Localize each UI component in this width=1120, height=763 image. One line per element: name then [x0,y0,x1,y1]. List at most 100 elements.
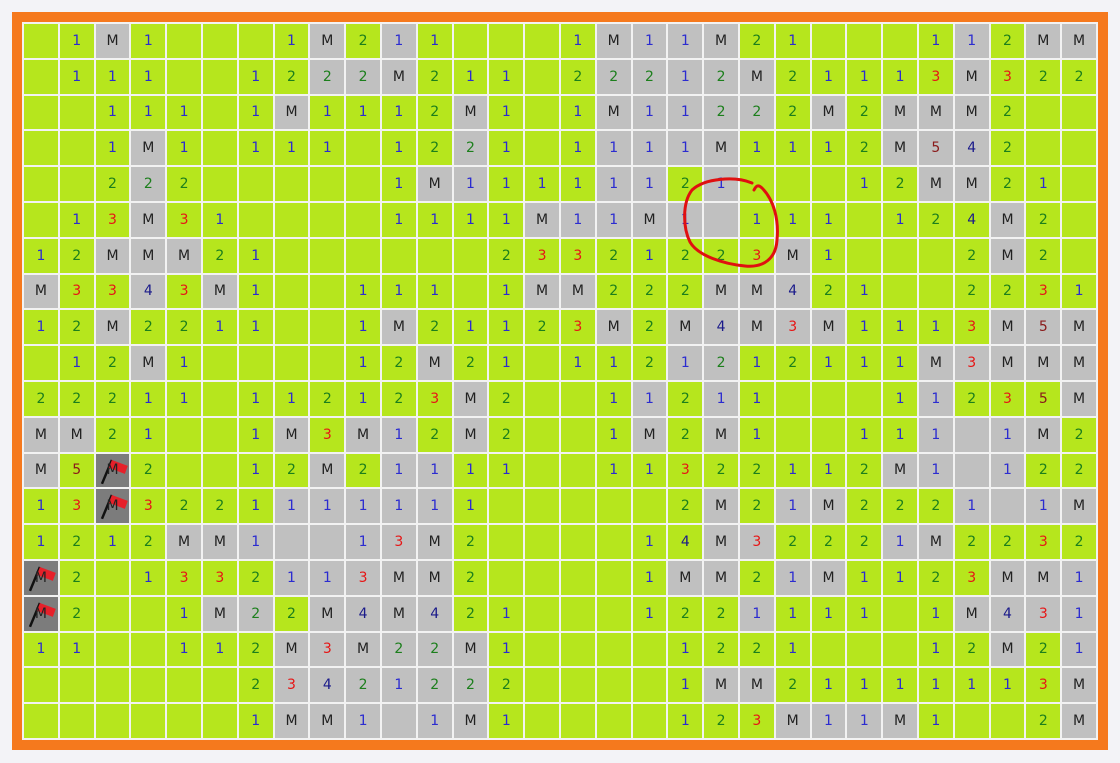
board-cell[interactable]: 2 [1026,453,1061,488]
board-cell[interactable]: M [918,346,953,380]
board-cell[interactable]: 1 [167,95,201,130]
board-cell[interactable]: 1 [453,489,488,524]
board-cell[interactable]: 2 [918,489,953,524]
board-cell[interactable]: 2 [95,167,130,201]
board-cell[interactable] [202,95,237,130]
board-cell[interactable]: 1 [238,381,273,416]
board-cell[interactable] [990,704,1025,738]
board-cell[interactable]: 2 [954,632,989,667]
board-cell[interactable]: M [739,59,774,94]
board-cell[interactable]: 1 [739,417,774,452]
board-cell[interactable]: M [704,525,738,559]
board-cell[interactable]: 1 [59,59,94,94]
board-cell[interactable] [883,24,917,58]
board-cell[interactable]: 1 [668,202,703,237]
board-cell[interactable]: 1 [560,24,595,58]
board-cell[interactable]: 1 [95,131,130,166]
board-cell[interactable] [24,202,58,237]
board-cell[interactable] [274,238,309,273]
board-cell[interactable] [954,417,989,452]
board-cell[interactable]: 2 [1026,59,1061,94]
board-cell[interactable]: 1 [811,668,846,703]
board-cell[interactable]: 3 [310,417,345,452]
board-cell[interactable]: 1 [131,381,166,416]
board-cell[interactable] [632,668,667,703]
board-cell[interactable]: 2 [167,167,201,201]
board-cell[interactable]: 2 [990,167,1025,201]
board-cell[interactable] [847,24,882,58]
board-cell[interactable]: M [95,24,130,58]
board-cell[interactable]: 2 [560,59,595,94]
board-cell[interactable] [24,668,58,703]
board-cell[interactable]: 1 [811,202,846,237]
board-cell[interactable]: M [704,489,738,524]
board-cell[interactable]: M [704,131,738,166]
board-cell[interactable] [167,24,201,58]
board-cell[interactable]: 2 [596,274,631,309]
board-cell[interactable] [632,704,667,738]
board-cell[interactable]: 3 [59,274,94,309]
board-cell[interactable]: M [632,417,667,452]
board-cell[interactable] [346,167,380,201]
board-cell[interactable]: M [417,525,452,559]
board-cell[interactable]: 1 [381,274,416,309]
board-cell[interactable] [310,202,345,237]
board-cell[interactable] [847,238,882,273]
board-cell[interactable]: M [883,704,917,738]
board-cell[interactable] [131,668,166,703]
board-cell[interactable] [346,202,380,237]
board-cell[interactable] [990,489,1025,524]
board-cell[interactable]: 2 [990,525,1025,559]
board-cell[interactable]: 2 [417,417,452,452]
board-cell[interactable]: 1 [453,310,488,345]
board-cell[interactable]: 1 [525,167,559,201]
board-cell[interactable]: 1 [847,167,882,201]
board-cell[interactable]: 1 [811,238,846,273]
board-cell[interactable]: 1 [811,131,846,166]
board-cell[interactable] [811,381,846,416]
board-cell[interactable]: 2 [990,95,1025,130]
board-cell[interactable]: 2 [668,167,703,201]
board-cell[interactable]: 4 [954,202,989,237]
board-cell[interactable]: M [596,24,631,58]
board-cell[interactable]: 2 [417,310,452,345]
board-cell[interactable]: 2 [59,596,94,631]
board-cell[interactable]: 2 [811,525,846,559]
board-cell[interactable]: 2 [346,453,380,488]
board-cell[interactable]: 2 [453,668,488,703]
board-cell[interactable]: M [775,238,810,273]
board-cell[interactable]: 2 [596,238,631,273]
board-cell[interactable]: 1 [847,346,882,380]
board-cell[interactable]: 1 [739,346,774,380]
board-cell[interactable]: 1 [238,238,273,273]
board-cell[interactable] [95,596,130,631]
board-cell[interactable]: 1 [990,453,1025,488]
board-cell[interactable]: 2 [417,59,452,94]
board-cell[interactable] [1062,167,1096,201]
board-cell[interactable]: 2 [489,381,524,416]
board-cell[interactable]: 3 [381,525,416,559]
board-cell[interactable]: 3 [739,238,774,273]
board-cell[interactable]: 1 [847,310,882,345]
board-cell[interactable] [525,525,559,559]
board-cell[interactable]: 1 [238,417,273,452]
board-cell[interactable] [883,238,917,273]
board-cell[interactable]: 2 [131,453,166,488]
board-cell[interactable]: 1 [918,668,953,703]
board-cell[interactable]: 1 [238,59,273,94]
board-cell[interactable] [1026,131,1061,166]
board-cell[interactable]: 1 [95,59,130,94]
board-cell[interactable]: 1 [632,525,667,559]
board-cell[interactable]: 1 [739,202,774,237]
board-cell[interactable]: 3 [560,238,595,273]
board-cell[interactable] [95,704,130,738]
board-cell[interactable]: M [131,238,166,273]
board-cell[interactable]: 3 [167,202,201,237]
board-cell[interactable]: 1 [24,310,58,345]
board-cell[interactable]: 2 [167,489,201,524]
board-cell[interactable]: M [1062,704,1096,738]
board-cell[interactable]: M [1062,489,1096,524]
board-cell[interactable]: 3 [59,489,94,524]
board-cell[interactable]: M [381,59,416,94]
board-cell[interactable]: 2 [775,59,810,94]
